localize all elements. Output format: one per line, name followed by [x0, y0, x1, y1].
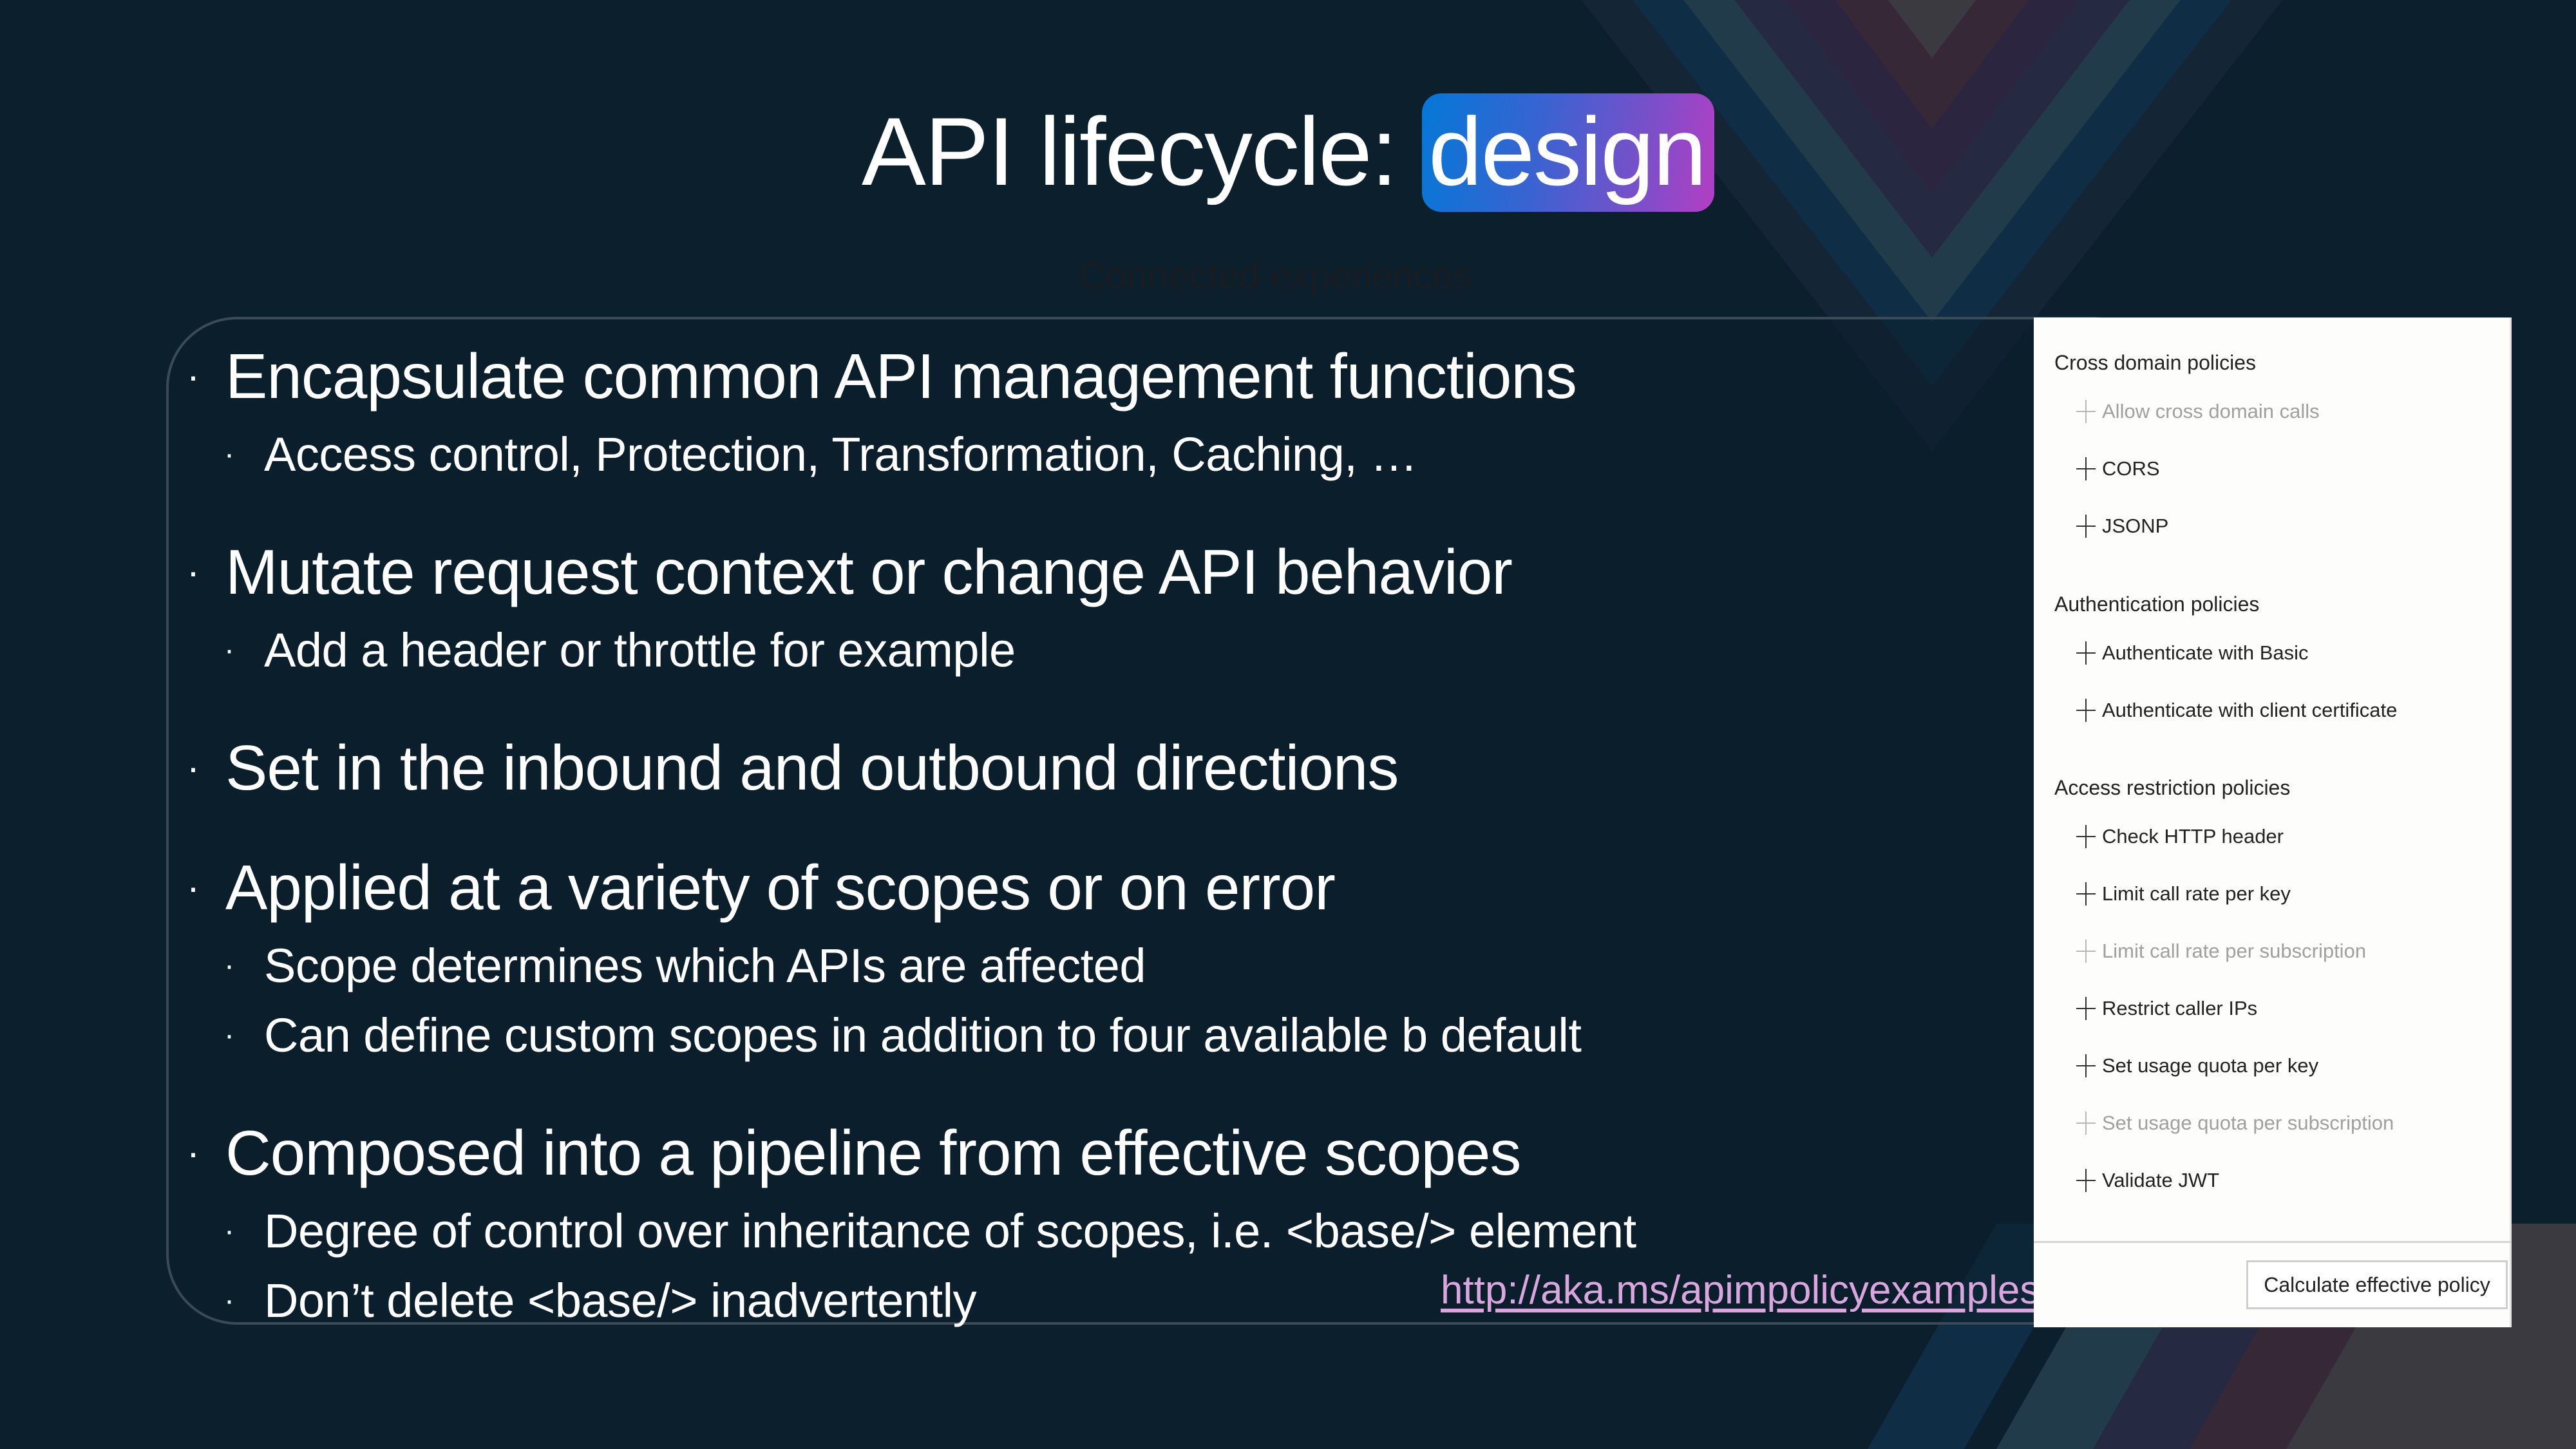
plus-icon — [2076, 400, 2096, 423]
policy-item-check-http-header[interactable]: Check HTTP header — [2076, 825, 2284, 848]
bullet-text: Composed into a pipeline from effective … — [225, 1117, 1521, 1188]
policy-item-label: Limit call rate per key — [2102, 882, 2291, 905]
policy-item-label: JSONP — [2102, 515, 2169, 537]
policy-item-label: Authenticate with Basic — [2102, 641, 2309, 664]
plus-icon — [2076, 997, 2096, 1020]
sub-bullet-item: · Add a header or throttle for example — [187, 618, 1990, 683]
title-highlight-badge: design — [1422, 93, 1715, 212]
sub-bullet-item: · Scope determines which APIs are affecte… — [187, 934, 1990, 998]
plus-icon — [2076, 940, 2096, 963]
policy-item-set-usage-quota-per-subscription[interactable]: Set usage quota per subscription — [2076, 1112, 2394, 1135]
policy-item-label: Authenticate with client certificate — [2102, 699, 2398, 721]
policy-examples-link[interactable]: http://aka.ms/apimpolicyexamples — [1441, 1267, 2040, 1313]
bullet-dot-icon: · — [224, 1283, 234, 1318]
slide-subtitle: Connected experiences — [1079, 255, 1472, 297]
bullet-group: · Applied at a variety of scopes or on er… — [187, 846, 1990, 1068]
plus-icon — [2076, 699, 2096, 722]
policy-item-label: Limit call rate per subscription — [2102, 940, 2367, 962]
policy-item-validate-jwt[interactable]: Validate JWT — [2076, 1169, 2219, 1192]
plus-icon — [2076, 882, 2096, 905]
plus-icon — [2076, 515, 2096, 538]
bullet-dot-icon: · — [224, 949, 234, 983]
sub-bullet-item: · Can define custom scopes in addition to… — [187, 1003, 1990, 1068]
bullet-dot-icon: · — [224, 1214, 234, 1248]
plus-icon — [2076, 641, 2096, 665]
policy-item-allow-cross-domain-calls[interactable]: Allow cross domain calls — [2076, 400, 2320, 423]
sub-bullet-text: Don’t delete <base/> inadvertently — [264, 1274, 977, 1327]
footer-divider — [2034, 1241, 2512, 1243]
policy-item-label: Set usage quota per subscription — [2102, 1112, 2394, 1134]
policy-item-restrict-caller-ips[interactable]: Restrict caller IPs — [2076, 997, 2257, 1020]
section-title-cross-domain: Cross domain policies — [2054, 351, 2257, 374]
bullet-dot-icon: · — [187, 866, 200, 909]
section-title-authentication: Authentication policies — [2054, 592, 2260, 616]
bullet-dot-icon: · — [187, 746, 200, 789]
policy-item-label: Restrict caller IPs — [2102, 997, 2258, 1019]
bullet-dot-icon: · — [187, 550, 200, 593]
bullet-list: · Encapsulate common API management funct… — [187, 335, 1990, 1333]
policy-item-label: Allow cross domain calls — [2102, 400, 2320, 422]
bullet-group: · Set in the inbound and outbound directi… — [187, 726, 1990, 809]
policy-item-set-usage-quota-per-key[interactable]: Set usage quota per key — [2076, 1054, 2318, 1077]
plus-icon — [2076, 1169, 2096, 1192]
policy-item-limit-call-rate-per-subscription[interactable]: Limit call rate per subscription — [2076, 940, 2366, 963]
policy-item-label: Check HTTP header — [2102, 825, 2284, 848]
bullet-item: · Mutate request context or change API be… — [187, 531, 1990, 613]
policy-item-label: CORS — [2102, 457, 2160, 480]
policy-panel: Cross domain policies Allow cross domain… — [2034, 317, 2512, 1327]
bullet-dot-icon: · — [224, 633, 234, 667]
bullet-group: · Encapsulate common API management funct… — [187, 335, 1990, 487]
bullet-dot-icon: · — [224, 1018, 234, 1052]
bullet-dot-icon: · — [187, 354, 200, 397]
plus-icon — [2076, 825, 2096, 848]
sub-bullet-item: · Access control, Protection, Transformat… — [187, 422, 1990, 487]
sub-bullet-item: · Degree of control over inheritance of s… — [187, 1199, 1990, 1264]
plus-icon — [2076, 1054, 2096, 1077]
plus-icon — [2076, 1112, 2096, 1135]
bullet-dot-icon: · — [224, 437, 234, 471]
sub-bullet-text: Access control, Protection, Transformati… — [264, 428, 1417, 481]
bullet-text: Set in the inbound and outbound directio… — [225, 732, 1399, 803]
sub-bullet-text: Degree of control over inheritance of sc… — [264, 1204, 1636, 1258]
policy-item-authenticate-basic[interactable]: Authenticate with Basic — [2076, 641, 2309, 665]
policy-item-cors[interactable]: CORS — [2076, 457, 2160, 480]
sub-bullet-text: Can define custom scopes in addition to … — [264, 1009, 1582, 1062]
policy-item-authenticate-client-certificate[interactable]: Authenticate with client certificate — [2076, 699, 2397, 722]
policy-item-label: Validate JWT — [2102, 1169, 2220, 1191]
bullet-item: · Set in the inbound and outbound directi… — [187, 726, 1990, 809]
bullet-text: Mutate request context or change API beh… — [225, 536, 1513, 607]
bullet-item: · Composed into a pipeline from effective… — [187, 1112, 1990, 1194]
section-title-access-restriction: Access restriction policies — [2054, 776, 2291, 799]
bullet-text: Encapsulate common API management functi… — [225, 341, 1577, 412]
bullet-text: Applied at a variety of scopes or on err… — [225, 852, 1336, 923]
policy-item-limit-call-rate-per-key[interactable]: Limit call rate per key — [2076, 882, 2291, 905]
plus-icon — [2076, 457, 2096, 480]
slide-title: API lifecycle: design — [0, 90, 2576, 213]
sub-bullet-text: Scope determines which APIs are affected — [264, 939, 1146, 992]
policy-item-jsonp[interactable]: JSONP — [2076, 515, 2168, 538]
calculate-effective-policy-button[interactable]: Calculate effective policy — [2246, 1260, 2508, 1309]
policy-item-label: Set usage quota per key — [2102, 1054, 2319, 1077]
bullet-item: · Applied at a variety of scopes or on er… — [187, 846, 1990, 929]
bullet-group: · Mutate request context or change API be… — [187, 531, 1990, 683]
bullet-dot-icon: · — [187, 1131, 200, 1174]
bullet-item: · Encapsulate common API management funct… — [187, 335, 1990, 417]
sub-bullet-text: Add a header or throttle for example — [264, 623, 1016, 677]
title-prefix: API lifecycle: — [861, 97, 1423, 205]
